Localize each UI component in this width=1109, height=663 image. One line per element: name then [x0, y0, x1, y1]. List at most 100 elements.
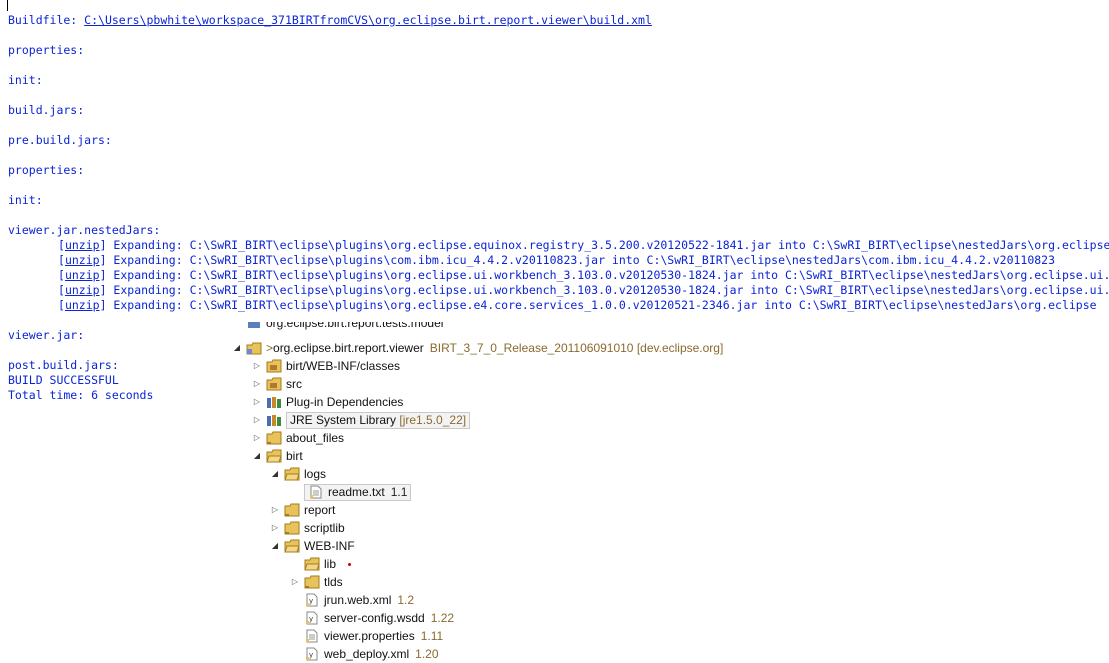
tree-item-jrun-web-xml[interactable]: y jrun.web.xml 1.2 — [290, 591, 414, 609]
folder-icon — [304, 575, 320, 589]
xml-file-icon: y — [304, 647, 320, 661]
folder-open-icon — [284, 467, 300, 481]
revision-decoration: 1.11 — [420, 629, 444, 643]
project-icon — [246, 322, 262, 330]
text-file-icon — [308, 485, 324, 499]
tree-item-label: WEB-INF — [304, 539, 355, 553]
tree-item-label: birt — [286, 449, 303, 463]
revision-decoration: 1.20 — [415, 647, 439, 661]
expand-arrow-icon[interactable]: ▷ — [252, 379, 262, 389]
svg-text:y: y — [309, 651, 313, 659]
target-init-2: init: — [8, 193, 43, 207]
selected-row-highlight: readme.txt 1.1 — [304, 483, 412, 501]
buildfile-label: Buildfile: — [8, 13, 85, 27]
tree-item-label: report — [304, 503, 336, 517]
unzip-link[interactable]: unzip — [65, 268, 100, 282]
folder-open-icon — [266, 449, 282, 463]
target-build-jars: build.jars: — [8, 103, 85, 117]
folder-icon — [284, 503, 300, 517]
collapse-arrow-icon[interactable]: ◢ — [270, 469, 280, 479]
tree-item-web-deploy-xml[interactable]: y web_deploy.xml 1.20 — [290, 645, 439, 663]
collapse-arrow-icon[interactable]: ◢ — [252, 451, 262, 461]
tree-item-label: lib — [324, 557, 337, 571]
tree-item-label: jrun.web.xml — [324, 593, 392, 607]
unzip-line: [unzip] Expanding: C:\SwRI_BIRT\eclipse\… — [58, 238, 1109, 252]
unzip-line: [unzip] Expanding: C:\SwRI_BIRT\eclipse\… — [58, 253, 1056, 267]
target-post-build-jars: post.build.jars: — [8, 358, 119, 372]
expand-arrow-icon[interactable]: ▷ — [252, 397, 262, 407]
build-result: BUILD SUCCESSFUL — [8, 373, 119, 387]
tree-item-logs[interactable]: ◢ logs — [270, 465, 326, 483]
tree-item-server-config-wsdd[interactable]: y server-config.wsdd 1.22 — [290, 609, 454, 627]
collapse-arrow-icon[interactable]: ◢ — [232, 343, 242, 353]
tree-item-plugin-dependencies[interactable]: ▷ Plug-in Dependencies — [252, 393, 404, 411]
unzip-link[interactable]: unzip — [65, 238, 100, 252]
xml-file-icon: y — [304, 611, 320, 625]
text-file-icon — [304, 629, 320, 643]
tree-item-src[interactable]: ▷ src — [252, 375, 302, 393]
xml-file-icon: y — [304, 593, 320, 607]
tree-item-web-inf[interactable]: ◢ WEB-INF — [270, 537, 355, 555]
tree-item-birt-web-inf-classes[interactable]: ▷ birt/WEB-INF/classes — [252, 357, 400, 375]
project-folder-icon — [246, 341, 262, 355]
tree-item-jre-system-library[interactable]: ▷ JRE System Library [jre1.5.0_22] — [252, 411, 471, 429]
tree-item-label: readme.txt — [328, 484, 385, 499]
buildfile-line: Buildfile: C:\Users\pbwhite\workspace_37… — [8, 13, 652, 28]
unzip-text: Expanding: C:\SwRI_BIRT\eclipse\plugins\… — [106, 268, 1109, 282]
revision-decoration: 1.2 — [397, 593, 415, 607]
dirty-marker: > — [266, 341, 274, 355]
target-pre-build-jars: pre.build.jars: — [8, 133, 112, 147]
expand-arrow-icon[interactable]: ▷ — [290, 577, 300, 587]
tree-item-about-files[interactable]: ▷ about_files — [252, 429, 344, 447]
jre-version-decoration: [jre1.5.0_22] — [399, 412, 467, 427]
total-time: Total time: 6 seconds — [8, 388, 154, 402]
tree-item-report[interactable]: ▷ report — [270, 501, 335, 519]
tree-item-label: src — [286, 377, 302, 391]
buildfile-link[interactable]: C:\Users\pbwhite\workspace_371BIRTfromCV… — [84, 13, 652, 27]
expand-arrow-icon[interactable]: ▷ — [270, 505, 280, 515]
unzip-link[interactable]: unzip — [65, 298, 100, 312]
tree-item-label: viewer.properties — [324, 629, 415, 643]
expand-arrow-icon[interactable]: ▷ — [252, 361, 262, 371]
error-marker-icon — [348, 562, 352, 566]
source-folder-icon — [266, 359, 282, 373]
tree-item-readme-txt[interactable]: readme.txt 1.1 — [290, 483, 412, 501]
tree-item-label: org.eclipse.birt.report.tests.model — [266, 322, 444, 330]
tree-item-lib[interactable]: lib — [290, 555, 352, 573]
tree-item-label: Plug-in Dependencies — [286, 395, 404, 409]
folder-icon — [284, 521, 300, 535]
collapse-arrow-icon[interactable]: ◢ — [270, 541, 280, 551]
tree-item-label: logs — [304, 467, 327, 481]
expand-arrow-icon[interactable]: ▷ — [252, 433, 262, 443]
unzip-text: Expanding: C:\SwRI_BIRT\eclipse\plugins\… — [106, 238, 1109, 252]
tree-item-viewer-properties[interactable]: viewer.properties 1.11 — [290, 627, 443, 645]
target-properties-2: properties: — [8, 163, 85, 177]
unzip-line: [unzip] Expanding: C:\SwRI_BIRT\eclipse\… — [58, 268, 1109, 282]
expand-arrow-icon[interactable]: ▷ — [270, 523, 280, 533]
tree-item-project[interactable]: ◢ > org.eclipse.birt.report.viewer BIRT_… — [232, 339, 723, 357]
library-icon — [266, 395, 282, 409]
text-caret — [7, 0, 8, 11]
expand-arrow-icon[interactable]: ▷ — [252, 415, 262, 425]
unzip-link[interactable]: unzip — [65, 283, 100, 297]
unzip-link[interactable]: unzip — [65, 253, 100, 267]
tree-item-tests-model[interactable]: org.eclipse.birt.report.tests.model — [246, 322, 443, 330]
svg-text:y: y — [309, 597, 313, 605]
repository-decoration: BIRT_3_7_0_Release_201106091010 [dev.ecl… — [429, 341, 724, 355]
svg-text:y: y — [309, 615, 313, 623]
unzip-text: Expanding: C:\SwRI_BIRT\eclipse\plugins\… — [106, 298, 1097, 312]
tree-item-scriptlib[interactable]: ▷ scriptlib — [270, 519, 345, 537]
tree-item-birt[interactable]: ◢ birt — [252, 447, 303, 465]
tree-item-tlds[interactable]: ▷ tlds — [290, 573, 343, 591]
target-properties: properties: — [8, 43, 85, 57]
source-folder-icon — [266, 377, 282, 391]
unzip-line: [unzip] Expanding: C:\SwRI_BIRT\eclipse\… — [58, 298, 1097, 312]
tree-item-label: scriptlib — [304, 521, 345, 535]
folder-open-icon — [304, 557, 320, 571]
